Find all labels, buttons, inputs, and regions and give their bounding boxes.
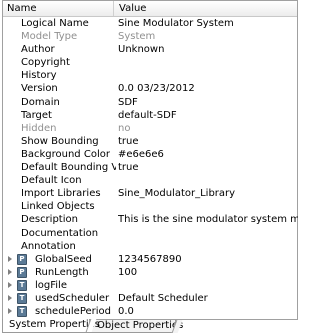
property-row-default-bounding-visible[interactable]: Default Bounding Visible true bbox=[3, 161, 297, 174]
property-row-description[interactable]: Description This is the sine modulator s… bbox=[3, 213, 298, 226]
property-name: Background Color bbox=[21, 148, 110, 160]
property-value[interactable]: Unknown bbox=[118, 43, 298, 56]
property-row-background-color[interactable]: Background Color #e6e6e6 bbox=[3, 148, 297, 161]
property-row-history[interactable]: History bbox=[3, 69, 297, 82]
property-row-linked-objects[interactable]: Linked Objects bbox=[3, 200, 297, 213]
property-name: Domain bbox=[21, 96, 60, 108]
parameter-value[interactable]: 0.0 bbox=[118, 305, 298, 318]
expand-arrow-icon[interactable] bbox=[8, 281, 12, 288]
parameter-value[interactable]: Default Scheduler bbox=[118, 292, 298, 305]
property-row-version[interactable]: Version 0.0 03/23/2012 bbox=[3, 82, 297, 95]
property-name: Hidden bbox=[21, 122, 57, 134]
property-value[interactable]: This is the sine modulator system model. bbox=[118, 213, 298, 226]
parameter-type-icon: T bbox=[17, 306, 27, 318]
parameter-row-used-scheduler[interactable]: T usedScheduler Default Scheduler bbox=[3, 292, 297, 305]
column-header: Name Value bbox=[3, 1, 297, 17]
parameter-name: schedulePeriod bbox=[35, 306, 111, 318]
property-row-annotation[interactable]: Annotation bbox=[3, 240, 297, 253]
property-name: Default Bounding Visible bbox=[21, 162, 116, 174]
property-row-hidden: Hidden no bbox=[3, 122, 297, 135]
property-name: Author bbox=[21, 44, 55, 56]
property-name: Target bbox=[21, 109, 52, 121]
property-name: Show Bounding bbox=[21, 135, 99, 147]
property-name: Linked Objects bbox=[21, 201, 95, 213]
parameter-row-run-length[interactable]: P RunLength 100 bbox=[3, 266, 297, 279]
parameter-name: GlobalSeed bbox=[35, 253, 92, 265]
property-row-copyright[interactable]: Copyright bbox=[3, 56, 297, 69]
property-row-domain[interactable]: Domain SDF bbox=[3, 96, 297, 109]
property-row-documentation[interactable]: Documentation bbox=[3, 227, 297, 240]
property-row-import-libraries[interactable]: Import Libraries Sine_Modulator_Library bbox=[3, 187, 297, 200]
expand-arrow-icon[interactable] bbox=[8, 268, 12, 275]
property-value[interactable]: 0.0 03/23/2012 bbox=[118, 82, 298, 95]
parameter-value[interactable]: 1234567890 bbox=[118, 253, 298, 266]
property-name: Logical Name bbox=[21, 18, 89, 29]
property-name: Default Icon bbox=[21, 175, 82, 187]
parameter-name: RunLength bbox=[35, 266, 89, 278]
parameter-type-icon: P bbox=[17, 253, 27, 265]
property-value: System bbox=[118, 31, 156, 43]
property-name: Annotation bbox=[21, 240, 76, 252]
property-value[interactable]: default-SDF bbox=[118, 109, 298, 122]
tab-system-properties[interactable]: System Properties bbox=[2, 319, 100, 333]
parameter-name: logFile bbox=[35, 279, 67, 291]
property-name: Import Libraries bbox=[21, 188, 101, 200]
expand-arrow-icon[interactable] bbox=[8, 294, 12, 301]
expand-arrow-icon[interactable] bbox=[8, 308, 12, 315]
parameter-type-icon: P bbox=[17, 266, 27, 278]
property-name: Copyright bbox=[21, 57, 70, 69]
property-value: no bbox=[118, 122, 131, 134]
property-row-logical-name[interactable]: Logical Name Sine Modulator System bbox=[3, 17, 297, 30]
property-name: Model Type bbox=[21, 31, 78, 43]
property-value[interactable]: SDF bbox=[118, 96, 298, 109]
property-row-model-type: Model Type System bbox=[3, 30, 297, 43]
property-name: Documentation bbox=[21, 227, 99, 239]
parameter-name: usedScheduler bbox=[35, 292, 110, 304]
property-sheet: Name Value Logical Name Sine Modulator S… bbox=[2, 0, 298, 320]
parameter-type-icon: T bbox=[17, 279, 27, 291]
tab-label: Object Properties bbox=[97, 320, 184, 331]
property-rows: Logical Name Sine Modulator System Model… bbox=[3, 17, 298, 318]
property-name: Description bbox=[21, 214, 78, 226]
property-value[interactable]: #e6e6e6 bbox=[118, 148, 298, 161]
property-row-show-bounding[interactable]: Show Bounding true bbox=[3, 135, 297, 148]
property-name: Version bbox=[21, 83, 58, 95]
value-column-header[interactable]: Value bbox=[115, 1, 295, 16]
parameter-row-log-file[interactable]: T logFile bbox=[3, 279, 297, 292]
property-row-default-icon[interactable]: Default Icon bbox=[3, 174, 297, 187]
tab-object-properties[interactable]: Object Properties bbox=[90, 320, 183, 333]
parameter-value[interactable]: 100 bbox=[118, 266, 298, 279]
property-tabs: System Properties Object Properties bbox=[2, 319, 298, 335]
property-row-target[interactable]: Target default-SDF bbox=[3, 109, 297, 122]
property-value[interactable]: true bbox=[118, 135, 298, 148]
name-column-header[interactable]: Name bbox=[3, 1, 114, 16]
property-row-author[interactable]: Author Unknown bbox=[3, 43, 297, 56]
property-name: History bbox=[21, 70, 57, 82]
expand-arrow-icon[interactable] bbox=[8, 255, 12, 262]
parameter-row-schedule-period[interactable]: T schedulePeriod 0.0 bbox=[3, 305, 297, 318]
parameter-type-icon: T bbox=[17, 292, 27, 304]
property-value[interactable]: Sine_Modulator_Library bbox=[118, 187, 298, 200]
parameter-row-global-seed[interactable]: P GlobalSeed 1234567890 bbox=[3, 253, 297, 266]
property-value[interactable]: true bbox=[118, 161, 298, 174]
property-value[interactable]: Sine Modulator System bbox=[118, 17, 298, 30]
